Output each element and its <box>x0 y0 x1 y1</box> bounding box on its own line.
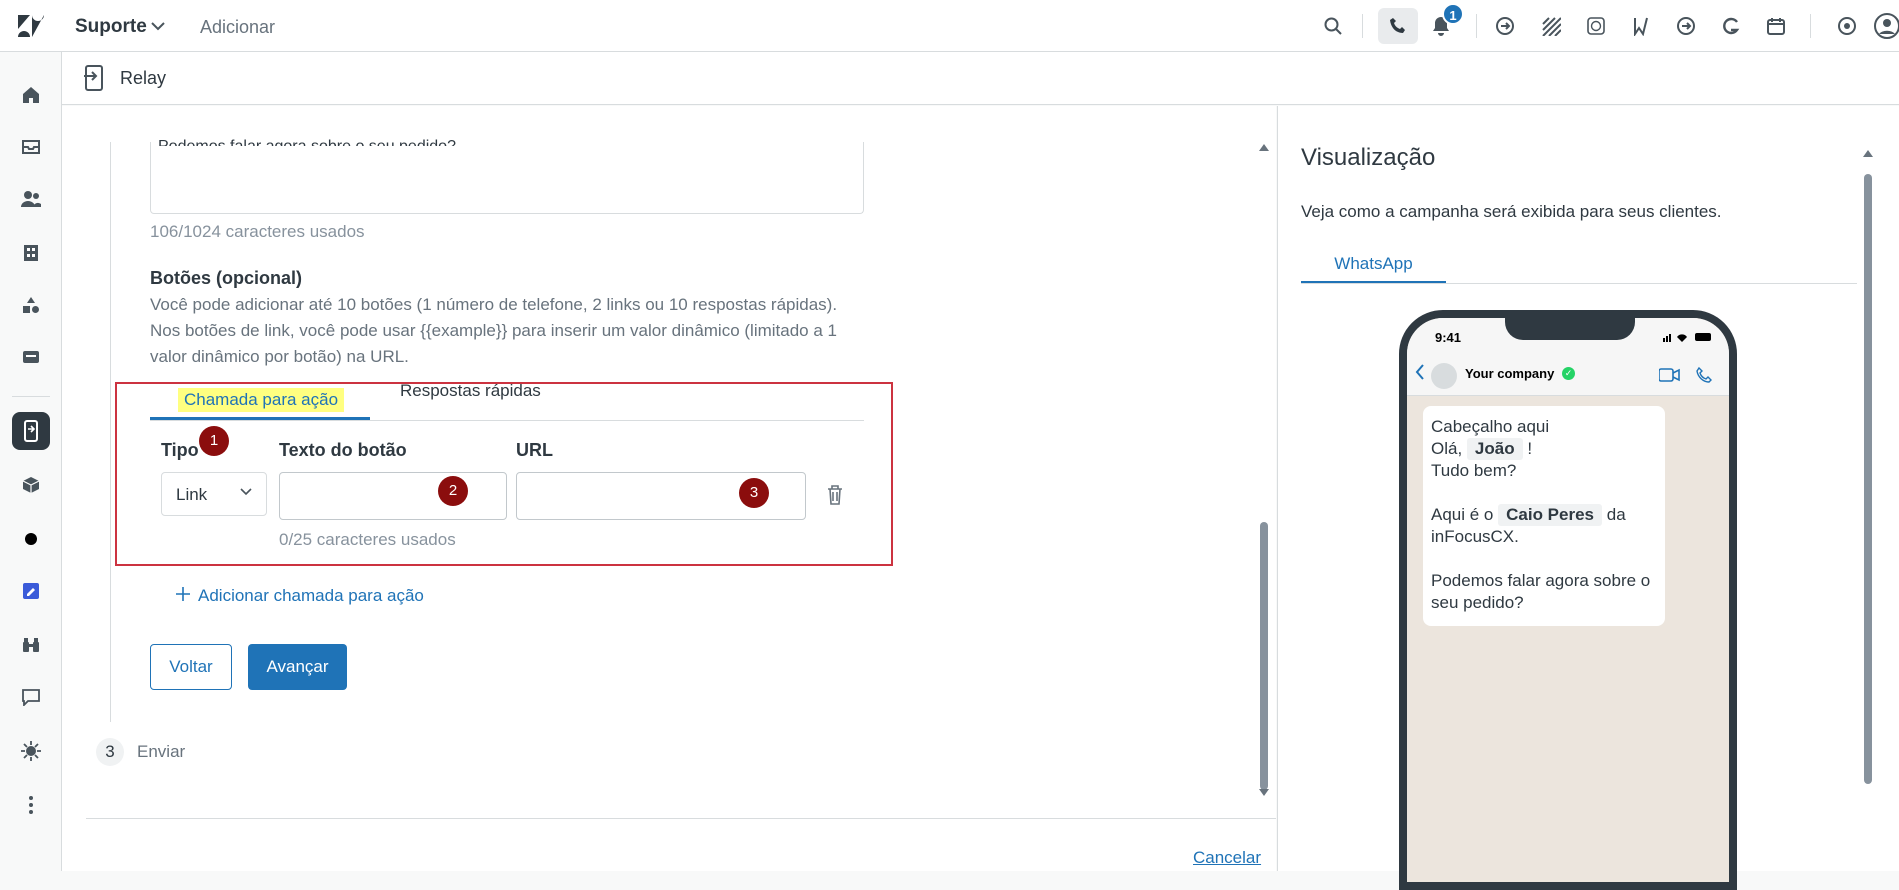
message-textarea-text: Podemos falar agora sobre o seu pedido? <box>158 138 456 146</box>
help-lifebuoy-icon[interactable] <box>1834 13 1860 39</box>
inbox-icon[interactable] <box>18 134 44 160</box>
blue-app-icon[interactable] <box>18 578 44 604</box>
msg-company: inFocusCX. <box>1431 527 1519 546</box>
g-app-icon[interactable] <box>1718 13 1744 39</box>
tab-call-to-action[interactable]: Chamada para ação <box>150 384 370 420</box>
app-title: Relay <box>120 68 167 88</box>
trash-icon[interactable] <box>826 484 844 506</box>
buttons-section-description: Você pode adicionar até 10 botões (1 núm… <box>150 295 838 366</box>
type-column-label: Tipo <box>161 440 199 460</box>
phone-notch <box>1505 318 1635 340</box>
more-vertical-icon[interactable] <box>18 792 44 818</box>
phone-icon[interactable] <box>1378 8 1418 44</box>
preview-tab-divider <box>1301 283 1857 284</box>
step-connector <box>110 142 111 722</box>
verified-icon: ✓ <box>1562 367 1575 380</box>
preview-title: Visualização <box>1301 144 1436 171</box>
search-icon[interactable] <box>1320 13 1346 39</box>
cube-icon[interactable] <box>18 472 44 498</box>
back-chevron-icon <box>1415 364 1425 385</box>
tab-whatsapp[interactable]: WhatsApp <box>1301 246 1446 284</box>
call-icons <box>1658 366 1715 388</box>
chevron-down-icon <box>240 488 252 496</box>
home-icon[interactable] <box>18 82 44 108</box>
type-select-value: Link <box>176 485 208 504</box>
tab-quick-replies[interactable]: Respostas rápidas <box>400 381 541 401</box>
phone-time: 9:41 <box>1435 330 1462 345</box>
add-button[interactable]: Adicionar <box>200 17 275 38</box>
chevron-down-icon[interactable] <box>150 18 166 39</box>
annotation-marker-1: 1 <box>199 426 229 456</box>
contact-name: Your company <box>1465 366 1555 381</box>
sidebar <box>0 52 62 871</box>
add-cta-label: Adicionar chamada para ação <box>198 586 424 605</box>
contact-avatar <box>1431 363 1457 389</box>
building-icon[interactable] <box>18 240 44 266</box>
message-textarea[interactable] <box>150 142 864 214</box>
top-bar: Suporte Adicionar 1 <box>0 0 1899 52</box>
button-text-char-counter: 0/25 caracteres usados <box>279 530 456 549</box>
notification-badge: 1 <box>1442 3 1464 25</box>
campaign-form: Podemos falar agora sobre o seu pedido? … <box>62 106 1276 871</box>
sun-app-icon[interactable] <box>18 738 44 764</box>
arrow-right-circle-icon[interactable] <box>1492 13 1518 39</box>
relay-app-icon[interactable] <box>12 412 50 450</box>
zendesk-logo[interactable] <box>18 15 44 37</box>
add-cta-button[interactable]: Adicionar chamada para ação <box>176 586 424 606</box>
buttons-section-title: Botões (opcional) <box>150 268 302 288</box>
msg-question: Podemos falar agora sobre o seu pedido? <box>1431 571 1651 612</box>
button-text-column-label: Texto do botão <box>279 440 407 460</box>
transfer-icon[interactable] <box>1673 13 1699 39</box>
app-header: Relay <box>62 52 1899 105</box>
button-text-input[interactable] <box>279 472 507 520</box>
type-select[interactable]: Link <box>161 472 267 516</box>
signal-battery-icon <box>1663 333 1711 342</box>
relay-icon <box>84 65 103 91</box>
msg-greeting: Olá, João ! <box>1431 438 1533 460</box>
bookmark-w-icon[interactable] <box>1628 13 1654 39</box>
dot-app-icon[interactable] <box>18 526 44 552</box>
annotation-marker-2: 2 <box>438 476 468 506</box>
binoculars-icon[interactable] <box>18 632 44 658</box>
agent-name-chip: Caio Peres <box>1498 504 1603 526</box>
phone-mockup: 9:41 Your company ✓ Cabeçalho aqui Olá, … <box>1399 310 1737 890</box>
msg-line2: Tudo bem? <box>1431 461 1517 480</box>
chat-header: Your company ✓ <box>1407 356 1729 396</box>
customer-name-chip: João <box>1466 438 1523 460</box>
grid-apps-icon[interactable] <box>1538 13 1564 39</box>
tab-divider <box>150 420 864 421</box>
next-button[interactable]: Avançar <box>248 644 347 690</box>
footer-divider <box>86 818 1276 819</box>
back-button[interactable]: Voltar <box>150 644 232 690</box>
message-bubble: Cabeçalho aqui Olá, João ! Tudo bem? Aqu… <box>1423 406 1665 626</box>
user-avatar[interactable] <box>1874 13 1899 39</box>
plus-icon <box>176 587 190 601</box>
msg-agent: Aqui é o Caio Peres da <box>1431 504 1626 526</box>
preview-panel: Visualização Veja como a campanha será e… <box>1277 106 1899 890</box>
calendar-icon[interactable] <box>1763 13 1789 39</box>
step-3-number: 3 <box>96 738 124 766</box>
cancel-link[interactable]: Cancelar <box>1193 848 1261 868</box>
annotation-marker-3: 3 <box>739 478 769 508</box>
chat-icon[interactable] <box>18 684 44 710</box>
shapes-icon[interactable] <box>18 292 44 318</box>
preview-scrollbar[interactable] <box>1862 148 1874 848</box>
tab-call-to-action-label: Chamada para ação <box>178 388 345 412</box>
step-3-label: Enviar <box>137 742 186 761</box>
form-scrollbar[interactable] <box>1258 142 1270 802</box>
preview-description: Veja como a campanha será exibida para s… <box>1301 202 1722 221</box>
product-switcher[interactable]: Suporte <box>75 16 147 38</box>
reporting-icon[interactable] <box>18 344 44 370</box>
message-char-counter: 106/1024 caracteres usados <box>150 222 365 241</box>
url-column-label: URL <box>516 440 553 460</box>
users-icon[interactable] <box>18 186 44 212</box>
msg-header: Cabeçalho aqui <box>1431 417 1550 436</box>
whatsapp-icon[interactable] <box>1583 13 1609 39</box>
